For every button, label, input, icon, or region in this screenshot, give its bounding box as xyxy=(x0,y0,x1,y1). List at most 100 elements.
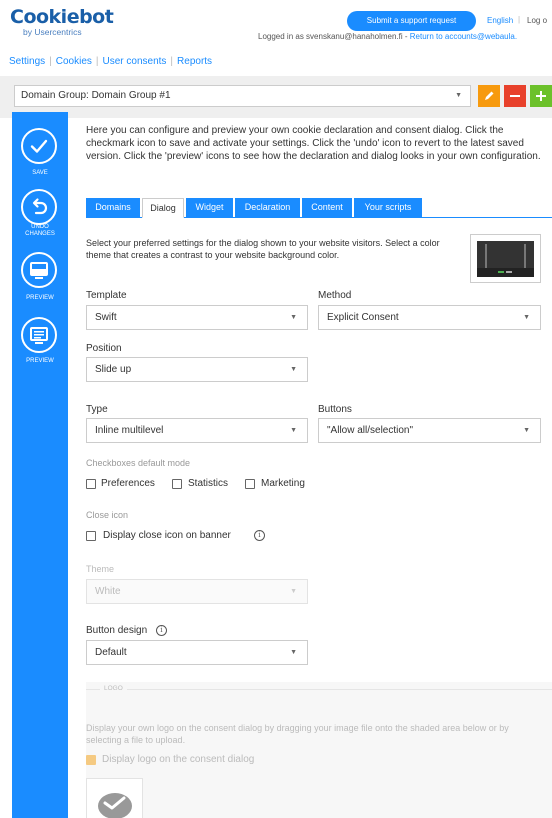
logo-legend: LOGO xyxy=(100,685,127,692)
nav-reports[interactable]: Reports xyxy=(177,56,212,67)
undo-changes-button[interactable]: UNDO CHANGES xyxy=(12,189,68,245)
dialog-preview-thumbnail[interactable] xyxy=(470,234,541,283)
tab-domains[interactable]: Domains xyxy=(86,198,140,217)
logo-drop-area[interactable] xyxy=(86,778,143,818)
app-header: Cookiebot by Usercentrics Submit a suppo… xyxy=(0,0,552,50)
add-domain-group-button[interactable] xyxy=(530,85,552,107)
logo-divider xyxy=(86,689,552,690)
position-value: Slide up xyxy=(95,364,132,375)
preview-declaration-label: PREVIEW xyxy=(26,358,54,364)
nav-separator: | xyxy=(170,56,174,67)
type-select[interactable]: Inline multilevel ▼ xyxy=(86,418,308,443)
language-link[interactable]: English xyxy=(487,16,513,25)
logout-link[interactable]: Log o xyxy=(527,16,547,25)
method-value: Explicit Consent xyxy=(327,312,399,323)
nav-separator: | xyxy=(95,56,99,67)
button-design-value: Default xyxy=(95,647,127,658)
minus-icon xyxy=(510,95,520,97)
tab-your-scripts[interactable]: Your scripts xyxy=(354,198,422,217)
monitor-icon xyxy=(30,262,48,279)
template-label: Template xyxy=(86,290,127,301)
save-button[interactable]: SAVE xyxy=(12,128,68,186)
plus-icon xyxy=(536,91,546,101)
undo-label-line-2: CHANGES xyxy=(25,231,55,237)
info-icon[interactable]: i xyxy=(156,625,167,636)
button-design-select[interactable]: Default ▼ xyxy=(86,640,308,665)
display-logo-checkbox[interactable] xyxy=(86,755,96,765)
return-to-account-link[interactable]: Return to accounts@webaula. xyxy=(410,32,517,41)
nav-cookies[interactable]: Cookies xyxy=(56,56,92,67)
tab-widget[interactable]: Widget xyxy=(186,198,233,217)
logo-subtext: by Usercentrics xyxy=(23,27,82,37)
nav-separator: | xyxy=(49,56,52,67)
document-monitor-icon xyxy=(30,327,48,344)
close-icon-label: Close icon xyxy=(86,510,129,520)
chevron-down-icon: ▼ xyxy=(523,427,530,434)
position-select[interactable]: Slide up ▼ xyxy=(86,357,308,382)
statistics-checkbox[interactable] xyxy=(172,479,182,489)
cookiebot-logo[interactable]: Cookiebot by Usercentrics xyxy=(10,6,114,37)
undo-icon-circle xyxy=(21,189,57,225)
marketing-checkbox[interactable] xyxy=(245,479,255,489)
buttons-value: "Allow all/selection" xyxy=(327,425,414,436)
main-nav: Settings | Cookies | User consents | Reports xyxy=(9,56,212,67)
template-value: Swift xyxy=(95,312,117,323)
settings-tabs: Domains Dialog Widget Declaration Conten… xyxy=(86,198,552,218)
theme-select[interactable]: White ▼ xyxy=(86,579,308,604)
type-value: Inline multilevel xyxy=(95,425,164,436)
cookiebot-logo-icon xyxy=(98,793,132,818)
method-label: Method xyxy=(318,290,352,301)
statistics-checkbox-label[interactable]: Statistics xyxy=(188,478,228,489)
domain-group-value: Domain Group: Domain Group #1 xyxy=(21,90,171,101)
logo-section: LOGO Display your own logo on the consen… xyxy=(86,682,552,818)
chevron-down-icon: ▼ xyxy=(290,314,297,321)
display-close-icon-label[interactable]: Display close icon on banner xyxy=(103,530,231,541)
nav-settings[interactable]: Settings xyxy=(9,56,45,67)
preferences-checkbox-label[interactable]: Preferences xyxy=(101,478,155,489)
preview-declaration-button[interactable]: PREVIEW xyxy=(12,317,68,367)
button-design-label: Button design xyxy=(86,625,148,636)
nav-user-consents[interactable]: User consents xyxy=(103,56,167,67)
buttons-select[interactable]: "Allow all/selection" ▼ xyxy=(318,418,541,443)
logo-text: Cookiebot xyxy=(10,6,114,28)
header-separator: | xyxy=(518,15,521,24)
logo-description: Display your own logo on the consent dia… xyxy=(86,723,509,745)
theme-label: Theme xyxy=(86,564,115,574)
position-label: Position xyxy=(86,343,122,354)
dialog-description: Select your preferred settings for the d… xyxy=(86,238,440,260)
login-info: Logged in as svenskanu@hanaholmen.fi - R… xyxy=(258,32,517,41)
type-label: Type xyxy=(86,404,108,415)
undo-icon xyxy=(32,198,48,215)
checkboxes-default-label: Checkboxes default mode xyxy=(86,458,191,468)
theme-value: White xyxy=(95,586,121,597)
chevron-down-icon: ▼ xyxy=(523,314,530,321)
chevron-down-icon: ▼ xyxy=(290,649,297,656)
preview-dialog-icon-circle xyxy=(21,252,57,288)
display-logo-label[interactable]: Display logo on the consent dialog xyxy=(102,754,254,765)
domain-group-select[interactable]: Domain Group: Domain Group #1 ▼ xyxy=(14,85,471,107)
checkmark-icon xyxy=(30,139,48,153)
tab-dialog[interactable]: Dialog xyxy=(142,198,184,218)
template-select[interactable]: Swift ▼ xyxy=(86,305,308,330)
method-select[interactable]: Explicit Consent ▼ xyxy=(318,305,541,330)
action-sidebar: SAVE UNDO CHANGES PREVIEW PREVIEW xyxy=(12,112,68,818)
chevron-down-icon: ▼ xyxy=(290,366,297,373)
tab-content[interactable]: Content xyxy=(302,198,352,217)
info-icon[interactable]: i xyxy=(254,530,265,541)
save-label: SAVE xyxy=(32,170,48,176)
preview-declaration-icon-circle xyxy=(21,317,57,353)
intro-text: Here you can configure and preview your … xyxy=(86,125,541,162)
tab-declaration[interactable]: Declaration xyxy=(235,198,300,217)
save-icon-circle xyxy=(21,128,57,164)
preferences-checkbox[interactable] xyxy=(86,479,96,489)
marketing-checkbox-label[interactable]: Marketing xyxy=(261,478,305,489)
remove-domain-group-button[interactable] xyxy=(504,85,526,107)
chevron-down-icon: ▼ xyxy=(290,427,297,434)
support-request-button[interactable]: Submit a support request xyxy=(347,11,476,31)
display-close-icon-checkbox[interactable] xyxy=(86,531,96,541)
preview-dialog-button[interactable]: PREVIEW xyxy=(12,252,68,302)
pencil-icon xyxy=(485,91,494,100)
login-text: Logged in as svenskanu@hanaholmen.fi - xyxy=(258,32,410,41)
chevron-down-icon: ▼ xyxy=(290,588,297,595)
edit-domain-group-button[interactable] xyxy=(478,85,500,107)
